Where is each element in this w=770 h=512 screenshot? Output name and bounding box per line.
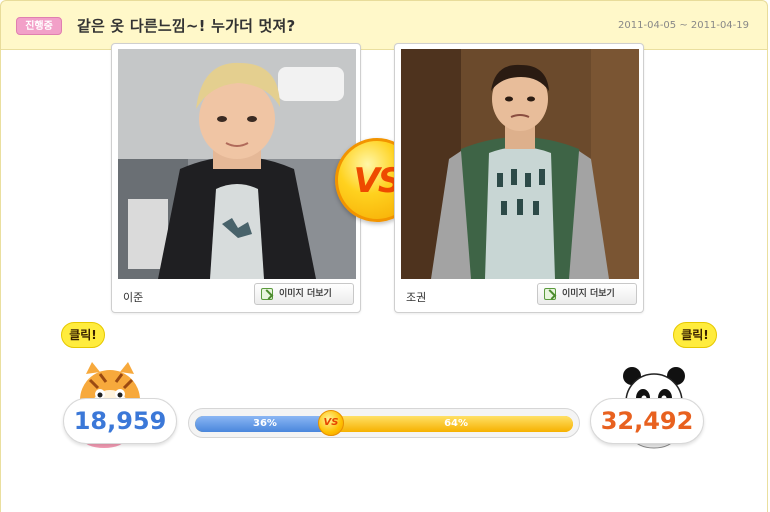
contestant-name-right: 조권 bbox=[406, 291, 427, 304]
vote-bar-left: 36% bbox=[195, 416, 331, 432]
vote-bubble-left[interactable]: 클릭! bbox=[61, 322, 105, 348]
status-badge: 진행중 bbox=[16, 17, 62, 35]
more-images-button-left[interactable]: 이미지 더보기 bbox=[254, 283, 354, 305]
vote-count-right: 32,492 bbox=[590, 398, 704, 444]
image-more-icon bbox=[544, 288, 556, 300]
contestant-name-left: 이준 bbox=[123, 291, 144, 304]
contestant-card-right[interactable]: 조권 이미지 더보기 bbox=[394, 43, 644, 313]
contestant-photo-right[interactable] bbox=[401, 49, 639, 279]
vote-count-left: 18,959 bbox=[63, 398, 177, 444]
vote-bubble-right[interactable]: 클릭! bbox=[673, 322, 717, 348]
more-images-label-right: 이미지 더보기 bbox=[562, 289, 615, 299]
event-date-range: 2011-04-05 ~ 2011-04-19 bbox=[618, 20, 749, 31]
mini-vs-text: VS bbox=[323, 417, 339, 428]
mini-vs-badge: VS bbox=[318, 410, 344, 436]
more-images-button-right[interactable]: 이미지 더보기 bbox=[537, 283, 637, 305]
event-title: 같은 옷 다른느낌~! 누가더 멋져? bbox=[77, 17, 296, 35]
more-images-label-left: 이미지 더보기 bbox=[279, 289, 332, 299]
vote-progress: 36% 64% VS bbox=[188, 408, 580, 438]
vote-percent-left: 36% bbox=[253, 418, 277, 429]
contestant-card-left[interactable]: 이준 이미지 더보기 bbox=[111, 43, 361, 313]
vote-percent-right: 64% bbox=[444, 418, 468, 429]
vote-progress-track: 36% 64% bbox=[195, 416, 573, 432]
image-more-icon bbox=[261, 288, 273, 300]
contestant-photo-left[interactable] bbox=[118, 49, 356, 279]
vote-bar-right: 64% bbox=[331, 416, 573, 432]
